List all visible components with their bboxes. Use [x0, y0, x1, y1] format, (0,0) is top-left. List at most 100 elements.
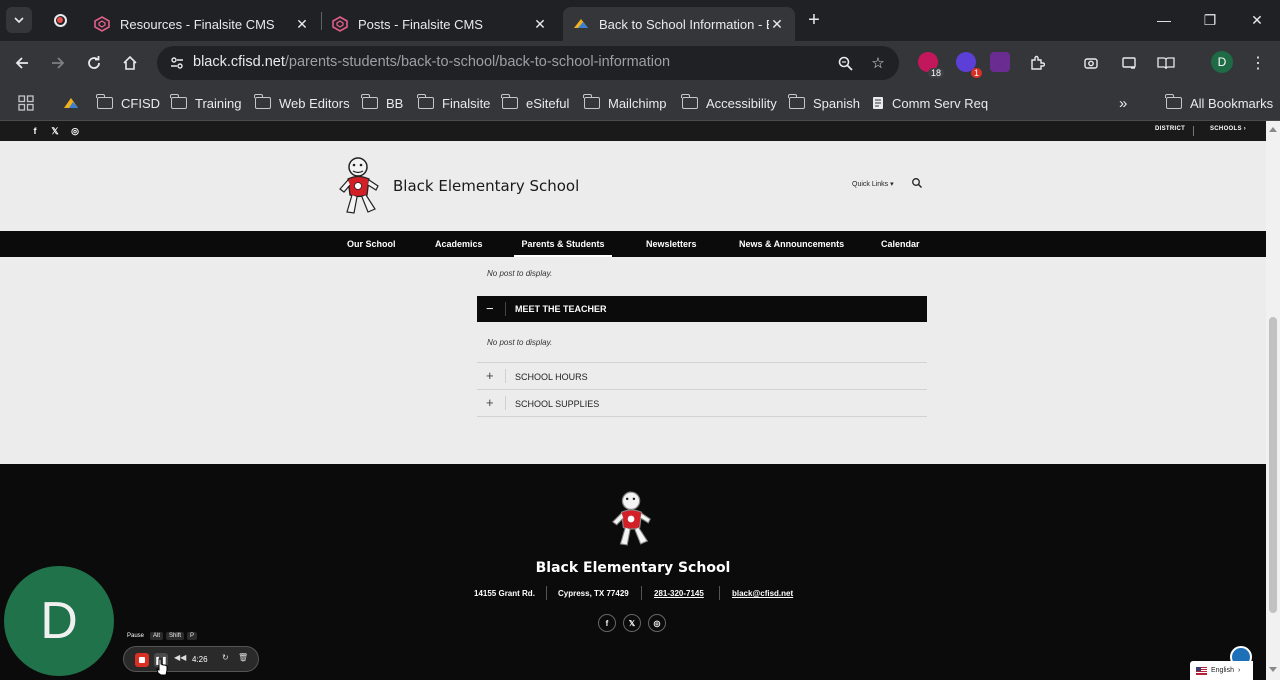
- folder-icon: [254, 94, 271, 109]
- bookmark-app-icon[interactable]: [63, 92, 79, 114]
- all-bookmarks-folder[interactable]: All Bookmarks: [1165, 92, 1273, 114]
- bookmark-label: Finalsite: [442, 95, 491, 111]
- url-host: black.cfisd.net: [193, 54, 285, 70]
- site-info-icon[interactable]: [165, 51, 189, 75]
- delete-icon[interactable]: 🗑: [238, 653, 248, 662]
- folder-icon: [1165, 94, 1182, 109]
- reading-list-icon[interactable]: [1154, 51, 1178, 75]
- bookmark-folder-training[interactable]: Training: [170, 92, 241, 114]
- bookmark-label: Mailchimp: [608, 95, 667, 111]
- close-window-button[interactable]: ✕: [1245, 8, 1269, 32]
- hint-key: P: [187, 631, 198, 640]
- site-favicon-icon: [574, 19, 588, 28]
- restore-button[interactable]: ❐: [1198, 8, 1222, 32]
- bulldog-mascot-logo[interactable]: [336, 155, 384, 217]
- bookmarks-overflow-button[interactable]: »: [1119, 92, 1127, 114]
- x-twitter-icon[interactable]: 𝕏: [49, 125, 61, 137]
- site-header: Black Elementary School Quick Links ▾: [0, 141, 1266, 231]
- bookmark-folder-spanish[interactable]: Spanish: [788, 92, 860, 114]
- nav-news-announcements[interactable]: News & Announcements: [739, 231, 844, 257]
- apps-icon[interactable]: [18, 92, 34, 114]
- extension-icon[interactable]: 18: [918, 52, 944, 78]
- back-button[interactable]: [10, 51, 34, 75]
- bookmark-comm-serv-req[interactable]: Comm Serv Req: [872, 92, 988, 114]
- scroll-thumb[interactable]: [1269, 317, 1277, 613]
- accordion-divider: [505, 369, 506, 383]
- nav-parents-students[interactable]: Parents & Students: [514, 231, 612, 257]
- rewind-icon[interactable]: ◀◀: [174, 653, 186, 662]
- forward-button[interactable]: [46, 51, 70, 75]
- minimize-button[interactable]: —: [1152, 8, 1176, 32]
- address-bar[interactable]: black.cfisd.net/parents-students/back-to…: [157, 46, 899, 80]
- more-menu-icon[interactable]: ⋮: [1246, 51, 1270, 75]
- scroll-up-arrow[interactable]: [1269, 127, 1277, 132]
- bookmark-label: Accessibility: [706, 95, 777, 111]
- instagram-icon[interactable]: ◎: [69, 125, 81, 137]
- stop-recording-button[interactable]: [135, 653, 149, 667]
- extension-icon[interactable]: 1: [956, 52, 982, 78]
- restart-icon[interactable]: ↻: [222, 653, 229, 662]
- close-icon[interactable]: ✕: [532, 16, 548, 33]
- tab-resources[interactable]: Resources - Finalsite CMS ✕: [84, 7, 320, 41]
- extension-icon[interactable]: [990, 52, 1010, 72]
- facebook-icon[interactable]: f: [598, 614, 616, 632]
- folder-icon: [583, 94, 600, 109]
- nav-calendar[interactable]: Calendar: [881, 231, 920, 257]
- instagram-icon[interactable]: ◎: [648, 614, 666, 632]
- bookmark-star-icon[interactable]: ☆: [866, 51, 890, 75]
- tab-posts[interactable]: Posts - Finalsite CMS ✕: [322, 7, 558, 41]
- page-scrollbar[interactable]: [1266, 121, 1280, 680]
- district-link[interactable]: DISTRICT: [1155, 126, 1185, 132]
- accordion-school-hours[interactable]: + SCHOOL HOURS: [477, 363, 927, 390]
- footer-email-link[interactable]: black@cfisd.net: [732, 589, 793, 598]
- school-name[interactable]: Black Elementary School: [393, 177, 579, 195]
- nav-our-school[interactable]: Our School: [347, 231, 396, 257]
- reload-button[interactable]: [82, 51, 106, 75]
- folder-icon: [361, 94, 378, 109]
- accordion-content: No post to display. − MEET THE TEACHER N…: [0, 257, 1266, 464]
- nav-newsletters[interactable]: Newsletters: [646, 231, 697, 257]
- language-selector[interactable]: English ›: [1190, 661, 1253, 680]
- bookmark-label: BB: [386, 95, 404, 111]
- bookmark-folder-cfisd[interactable]: CFISD: [96, 92, 160, 114]
- zoom-icon[interactable]: [833, 51, 857, 75]
- tab-search-button[interactable]: [6, 7, 32, 33]
- bookmark-folder-accessibility[interactable]: Accessibility: [681, 92, 777, 114]
- cast-icon[interactable]: [1117, 51, 1141, 75]
- close-icon[interactable]: ✕: [769, 16, 785, 33]
- folder-icon: [788, 94, 805, 109]
- chevron-down-icon: [14, 17, 24, 24]
- nav-academics[interactable]: Academics: [435, 231, 483, 257]
- extensions-puzzle-icon[interactable]: [1025, 51, 1049, 75]
- tab-back-to-school[interactable]: Back to School Information - Bl ✕: [563, 7, 795, 41]
- footer-phone-link[interactable]: 281-320-7145: [654, 589, 704, 598]
- facebook-icon[interactable]: f: [29, 125, 41, 137]
- bookmark-folder-esiteful[interactable]: eSiteful: [501, 92, 569, 114]
- bookmark-folder-mailchimp[interactable]: Mailchimp: [583, 92, 667, 114]
- mouse-cursor-icon: [156, 658, 168, 676]
- bookmark-folder-bb[interactable]: BB: [361, 92, 404, 114]
- schools-link[interactable]: SCHOOLS ›: [1210, 126, 1246, 132]
- x-twitter-icon[interactable]: 𝕏: [623, 614, 641, 632]
- accordion-school-supplies[interactable]: + SCHOOL SUPPLIES: [477, 390, 927, 417]
- profile-avatar[interactable]: D: [1211, 51, 1233, 73]
- home-button[interactable]: [118, 51, 142, 75]
- expand-icon: +: [486, 368, 494, 383]
- close-icon[interactable]: ✕: [294, 16, 310, 33]
- accordion-meet-the-teacher[interactable]: − MEET THE TEACHER: [477, 296, 927, 322]
- bookmark-folder-web-editors[interactable]: Web Editors: [254, 92, 350, 114]
- bookmark-label: CFISD: [121, 95, 160, 111]
- quick-links-dropdown[interactable]: Quick Links ▾: [852, 180, 894, 188]
- tab-label: Posts - Finalsite CMS: [358, 16, 483, 32]
- no-post-message: No post to display.: [487, 269, 553, 278]
- scroll-down-arrow[interactable]: [1269, 667, 1277, 672]
- pause-shortcut-hint: Pause Alt Shift P: [124, 630, 198, 641]
- new-tab-button[interactable]: +: [804, 10, 824, 30]
- screenshot-icon[interactable]: [1079, 51, 1103, 75]
- url-text[interactable]: black.cfisd.net/parents-students/back-to…: [193, 54, 670, 70]
- folder-icon: [96, 94, 113, 109]
- tab-label: Back to School Information - Bl: [599, 16, 769, 32]
- search-icon[interactable]: [911, 177, 923, 189]
- bookmark-folder-finalsite[interactable]: Finalsite: [417, 92, 491, 114]
- recording-tab[interactable]: [48, 10, 72, 30]
